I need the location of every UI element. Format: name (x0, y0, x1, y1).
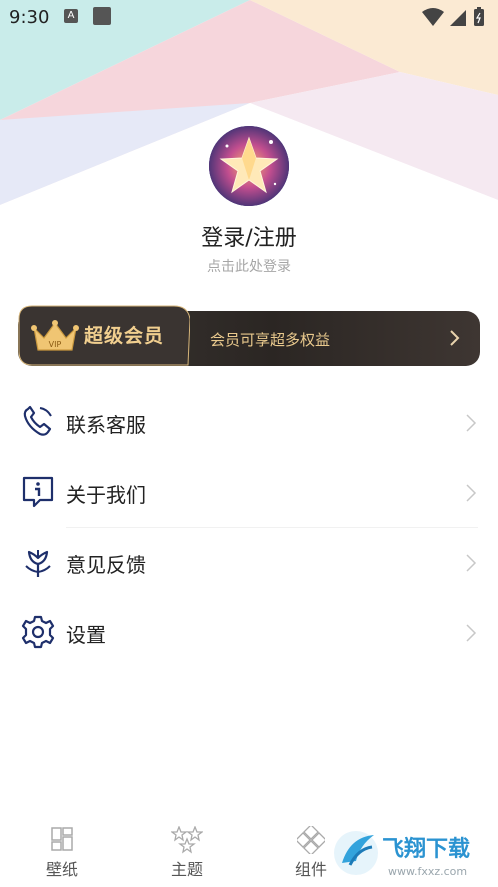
status-time: 9:30 (9, 7, 50, 28)
tab-label: 主题 (170, 860, 203, 879)
avatar[interactable] (209, 126, 289, 206)
chevron-right-icon (466, 484, 477, 502)
info-icon (22, 476, 54, 508)
menu-item-contact[interactable]: 联系客服 (0, 388, 498, 458)
grid-icon (51, 827, 73, 851)
signal-icon (450, 10, 466, 26)
menu-label: 关于我们 (66, 483, 146, 507)
app-notification-icon (93, 7, 111, 25)
widget-icon (297, 826, 325, 854)
notification-icon: A (64, 9, 78, 23)
menu-label: 意见反馈 (66, 553, 146, 577)
menu-label: 设置 (66, 623, 106, 647)
vip-title: 超级会员 (84, 325, 165, 347)
status-bar: 9:30 A (0, 0, 498, 34)
flower-icon (25, 550, 51, 577)
menu-item-settings[interactable]: 设置 (0, 598, 498, 668)
stars-icon (171, 826, 203, 854)
watermark-url: www.fxxz.com (388, 865, 467, 878)
status-indicators (420, 6, 490, 32)
watermark-text: 飞翔下载 (382, 836, 470, 862)
gear-icon (21, 615, 55, 649)
menu-item-about[interactable]: 关于我们 (0, 458, 498, 528)
menu-item-feedback[interactable]: 意见反馈 (0, 528, 498, 598)
login-subtitle[interactable]: 点击此处登录 (0, 256, 498, 276)
menu-label: 联系客服 (66, 413, 146, 437)
vip-badge-text: VIP (49, 340, 62, 349)
chevron-right-icon (466, 414, 477, 432)
crown-icon: VIP (31, 320, 79, 351)
vip-description: 会员可享超多权益 (210, 331, 331, 349)
chevron-right-icon[interactable] (448, 329, 462, 347)
login-title[interactable]: 登录/注册 (0, 220, 498, 252)
tab-label: 壁纸 (45, 860, 78, 879)
chevron-right-icon (466, 624, 477, 642)
tab-wallpaper[interactable]: 壁纸 (12, 818, 112, 887)
phone-icon (23, 405, 52, 436)
chevron-right-icon (466, 554, 477, 572)
watermark-logo: 飞翔下载 www.fxxz.com (330, 823, 498, 883)
tab-theme[interactable]: 主题 (137, 818, 237, 887)
wifi-icon (422, 8, 444, 26)
